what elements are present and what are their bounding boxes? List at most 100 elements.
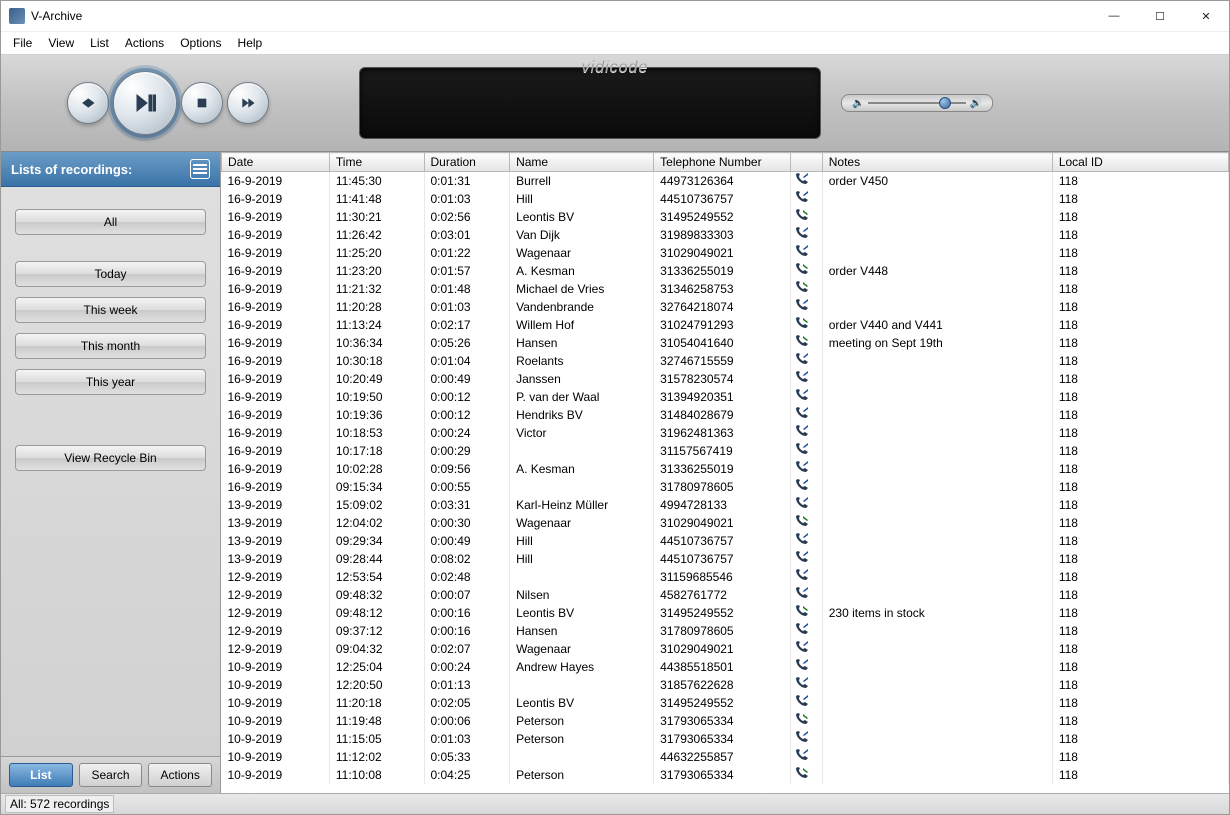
column-header[interactable]: Name bbox=[510, 153, 654, 172]
cell: 0:03:31 bbox=[424, 496, 510, 514]
call-direction-icon bbox=[794, 173, 810, 186]
table-row[interactable]: 16-9-201911:30:210:02:56Leontis BV314952… bbox=[222, 208, 1229, 226]
cell bbox=[790, 514, 822, 532]
forward-button[interactable] bbox=[227, 82, 269, 124]
cell: order V448 bbox=[822, 262, 1052, 280]
table-row[interactable]: 10-9-201911:15:050:01:03Peterson31793065… bbox=[222, 730, 1229, 748]
volume-thumb[interactable] bbox=[939, 97, 951, 109]
menu-file[interactable]: File bbox=[5, 34, 40, 52]
table-row[interactable]: 10-9-201911:12:020:05:3344632255857118 bbox=[222, 748, 1229, 766]
column-header[interactable] bbox=[790, 153, 822, 172]
table-row[interactable]: 16-9-201910:19:500:00:12P. van der Waal3… bbox=[222, 388, 1229, 406]
table-row[interactable]: 16-9-201911:45:300:01:31Burrell449731263… bbox=[222, 172, 1229, 191]
cell: 11:10:08 bbox=[329, 766, 424, 784]
cell: Wagenaar bbox=[510, 640, 654, 658]
table-row[interactable]: 16-9-201911:23:200:01:57A. Kesman3133625… bbox=[222, 262, 1229, 280]
table-row[interactable]: 16-9-201909:15:340:00:5531780978605118 bbox=[222, 478, 1229, 496]
cell: 10-9-2019 bbox=[222, 712, 330, 730]
cell: Leontis BV bbox=[510, 208, 654, 226]
menu-actions[interactable]: Actions bbox=[117, 34, 172, 52]
table-row[interactable]: 13-9-201915:09:020:03:31Karl-Heinz Mülle… bbox=[222, 496, 1229, 514]
table-row[interactable]: 16-9-201911:13:240:02:17Willem Hof310247… bbox=[222, 316, 1229, 334]
table-row[interactable]: 16-9-201910:18:530:00:24Victor3196248136… bbox=[222, 424, 1229, 442]
cell: order V440 and V441 bbox=[822, 316, 1052, 334]
tab-actions[interactable]: Actions bbox=[148, 763, 212, 787]
list-icon[interactable] bbox=[190, 159, 210, 179]
cell: Hill bbox=[510, 550, 654, 568]
cell bbox=[790, 334, 822, 352]
table-row[interactable]: 16-9-201910:19:360:00:12Hendriks BV31484… bbox=[222, 406, 1229, 424]
table-row[interactable]: 12-9-201909:48:320:00:07Nilsen4582761772… bbox=[222, 586, 1229, 604]
table-row[interactable]: 16-9-201910:36:340:05:26Hansen3105404164… bbox=[222, 334, 1229, 352]
stop-button[interactable] bbox=[181, 82, 223, 124]
table-row[interactable]: 16-9-201910:30:180:01:04Roelants32746715… bbox=[222, 352, 1229, 370]
cell: 31157567419 bbox=[654, 442, 791, 460]
cell: 10:36:34 bbox=[329, 334, 424, 352]
column-header[interactable]: Date bbox=[222, 153, 330, 172]
cell: 0:01:04 bbox=[424, 352, 510, 370]
table-row[interactable]: 16-9-201910:20:490:00:49Janssen315782305… bbox=[222, 370, 1229, 388]
cell: 118 bbox=[1052, 190, 1228, 208]
cell bbox=[790, 442, 822, 460]
table-row[interactable]: 13-9-201909:28:440:08:02Hill445107367571… bbox=[222, 550, 1229, 568]
cell: 11:12:02 bbox=[329, 748, 424, 766]
cell bbox=[822, 496, 1052, 514]
table-row[interactable]: 12-9-201909:04:320:02:07Wagenaar31029049… bbox=[222, 640, 1229, 658]
cell: 16-9-2019 bbox=[222, 226, 330, 244]
column-header[interactable]: Duration bbox=[424, 153, 510, 172]
cell: 31029049021 bbox=[654, 514, 791, 532]
volume-slider[interactable]: 🔈 🔊 bbox=[841, 94, 993, 112]
menu-view[interactable]: View bbox=[40, 34, 82, 52]
maximize-button[interactable]: ☐ bbox=[1137, 2, 1183, 30]
call-direction-icon bbox=[794, 749, 810, 762]
column-header[interactable]: Local ID bbox=[1052, 153, 1228, 172]
table-row[interactable]: 10-9-201912:20:500:01:1331857622628118 bbox=[222, 676, 1229, 694]
cell: 31346258753 bbox=[654, 280, 791, 298]
table-row[interactable]: 13-9-201909:29:340:00:49Hill445107367571… bbox=[222, 532, 1229, 550]
table-row[interactable]: 10-9-201911:20:180:02:05Leontis BV314952… bbox=[222, 694, 1229, 712]
table-row[interactable]: 16-9-201911:41:480:01:03Hill445107367571… bbox=[222, 190, 1229, 208]
cell: 0:01:57 bbox=[424, 262, 510, 280]
filter-today[interactable]: Today bbox=[15, 261, 206, 287]
play-pause-button[interactable] bbox=[113, 71, 177, 135]
column-header[interactable]: Notes bbox=[822, 153, 1052, 172]
call-direction-icon bbox=[794, 209, 810, 222]
table-row[interactable]: 16-9-201911:25:200:01:22Wagenaar31029049… bbox=[222, 244, 1229, 262]
menu-options[interactable]: Options bbox=[172, 34, 229, 52]
table-row[interactable]: 13-9-201912:04:020:00:30Wagenaar31029049… bbox=[222, 514, 1229, 532]
table-row[interactable]: 16-9-201910:17:180:00:2931157567419118 bbox=[222, 442, 1229, 460]
filter-this-month[interactable]: This month bbox=[15, 333, 206, 359]
tab-list[interactable]: List bbox=[9, 763, 73, 787]
cell bbox=[790, 640, 822, 658]
cell bbox=[790, 280, 822, 298]
view-recycle-bin-button[interactable]: View Recycle Bin bbox=[15, 445, 206, 471]
filter-all[interactable]: All bbox=[15, 209, 206, 235]
filter-this-week[interactable]: This week bbox=[15, 297, 206, 323]
column-header[interactable]: Telephone Number bbox=[654, 153, 791, 172]
filter-this-year[interactable]: This year bbox=[15, 369, 206, 395]
table-row[interactable]: 12-9-201909:37:120:00:16Hansen3178097860… bbox=[222, 622, 1229, 640]
cell: 09:37:12 bbox=[329, 622, 424, 640]
table-row[interactable]: 16-9-201911:20:280:01:03Vandenbrande3276… bbox=[222, 298, 1229, 316]
cell: Peterson bbox=[510, 766, 654, 784]
column-header[interactable]: Time bbox=[329, 153, 424, 172]
menu-help[interactable]: Help bbox=[230, 34, 271, 52]
rewind-button[interactable] bbox=[67, 82, 109, 124]
table-row[interactable]: 16-9-201910:02:280:09:56A. Kesman3133625… bbox=[222, 460, 1229, 478]
menu-list[interactable]: List bbox=[82, 34, 117, 52]
close-button[interactable]: ✕ bbox=[1183, 2, 1229, 30]
table-row[interactable]: 10-9-201911:19:480:00:06Peterson31793065… bbox=[222, 712, 1229, 730]
cell: 118 bbox=[1052, 766, 1228, 784]
minimize-button[interactable]: — bbox=[1091, 2, 1137, 30]
table-row[interactable]: 10-9-201911:10:080:04:25Peterson31793065… bbox=[222, 766, 1229, 784]
recordings-grid[interactable]: DateTimeDurationNameTelephone Number Note… bbox=[221, 152, 1229, 793]
table-row[interactable]: 16-9-201911:21:320:01:48Michael de Vries… bbox=[222, 280, 1229, 298]
table-row[interactable]: 16-9-201911:26:420:03:01Van Dijk31989833… bbox=[222, 226, 1229, 244]
cell: Hill bbox=[510, 190, 654, 208]
call-direction-icon bbox=[794, 497, 810, 510]
table-row[interactable]: 12-9-201912:53:540:02:4831159685546118 bbox=[222, 568, 1229, 586]
table-row[interactable]: 12-9-201909:48:120:00:16Leontis BV314952… bbox=[222, 604, 1229, 622]
cell bbox=[790, 298, 822, 316]
tab-search[interactable]: Search bbox=[79, 763, 143, 787]
table-row[interactable]: 10-9-201912:25:040:00:24Andrew Hayes4438… bbox=[222, 658, 1229, 676]
